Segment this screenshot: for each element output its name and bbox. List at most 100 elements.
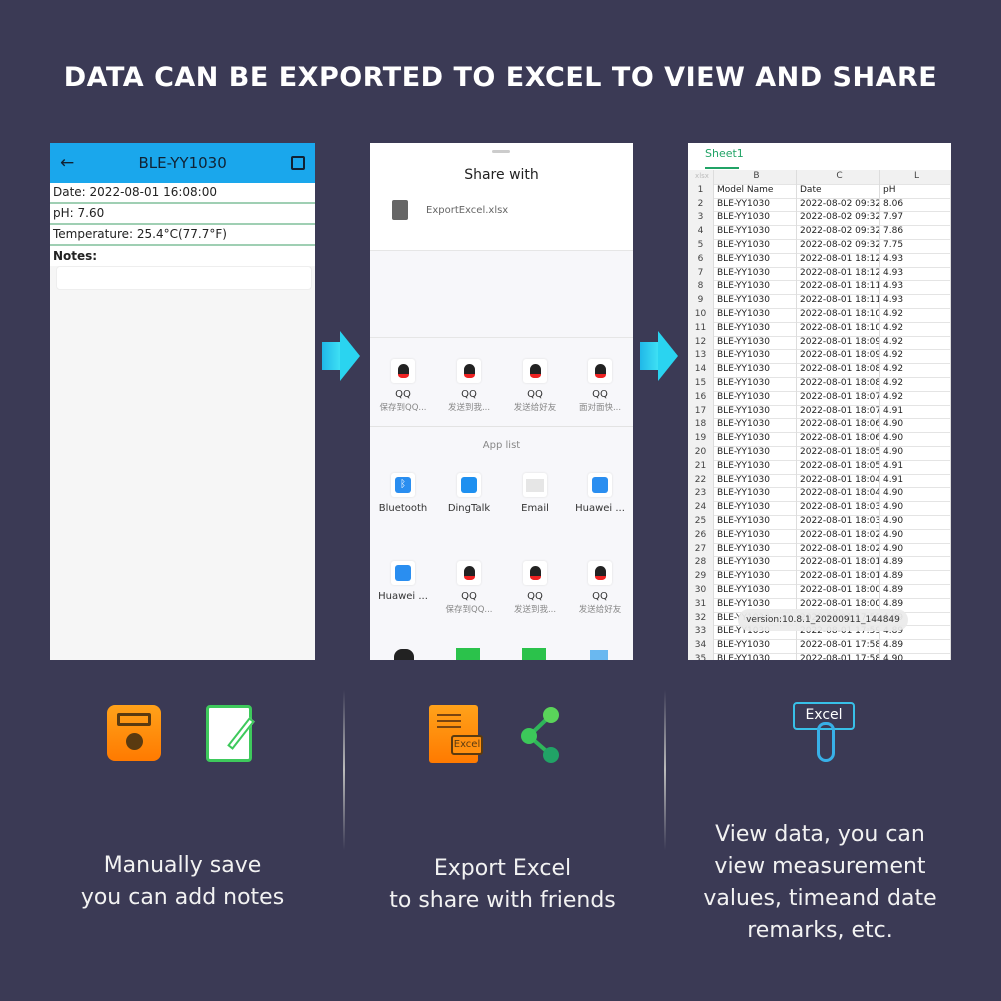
share-target-huawei[interactable]: Huawei ... [567, 473, 633, 515]
table-cell[interactable]: 4.90 [880, 432, 951, 447]
table-cell[interactable]: 2022-08-01 18:09:34 [797, 335, 880, 351]
table-cell[interactable]: 4.89 [880, 556, 951, 572]
table-cell[interactable]: 2022-08-01 18:09:04 [797, 349, 880, 365]
column-header[interactable]: xlsx [688, 170, 714, 185]
table-cell[interactable]: BLE-YY1030 [714, 266, 797, 282]
row-number[interactable]: 33 [688, 625, 714, 641]
table-cell[interactable]: 7.97 [880, 211, 951, 227]
row-number[interactable]: 12 [688, 335, 714, 351]
table-cell[interactable]: 2022-08-01 18:05:04 [797, 459, 880, 475]
row-number[interactable]: 23 [688, 487, 714, 503]
table-cell[interactable]: 2022-08-01 18:02:04 [797, 542, 880, 558]
table-cell[interactable]: 4.92 [880, 335, 951, 351]
table-cell[interactable]: BLE-YY1030 [714, 211, 797, 227]
table-cell[interactable]: BLE-YY1030 [714, 252, 797, 268]
row-number[interactable]: 2 [688, 197, 714, 213]
share-target-huawei[interactable]: Huawei ... [370, 561, 436, 603]
share-target-email[interactable]: Email [502, 473, 568, 515]
table-cell[interactable]: 2022-08-01 18:06:04 [797, 432, 880, 447]
floppy-icon[interactable] [290, 156, 305, 170]
row-number[interactable]: 6 [688, 252, 714, 268]
table-cell[interactable]: BLE-YY1030 [714, 584, 797, 599]
table-cell[interactable]: 4.92 [880, 377, 951, 392]
table-cell[interactable]: BLE-YY1030 [714, 321, 797, 337]
row-number[interactable]: 21 [688, 459, 714, 475]
table-cell[interactable]: BLE-YY1030 [714, 473, 797, 489]
row-number[interactable]: 14 [688, 363, 714, 378]
table-cell[interactable]: BLE-YY1030 [714, 459, 797, 475]
row-number[interactable]: 30 [688, 584, 714, 599]
row-number[interactable]: 24 [688, 501, 714, 516]
table-cell[interactable]: BLE-YY1030 [714, 349, 797, 365]
row-number[interactable]: 31 [688, 597, 714, 613]
table-cell[interactable]: 4.92 [880, 308, 951, 323]
table-cell[interactable]: 4.91 [880, 404, 951, 420]
back-arrow-icon[interactable]: ← [60, 153, 74, 173]
table-cell[interactable]: BLE-YY1030 [714, 528, 797, 544]
table-cell[interactable]: 4.90 [880, 487, 951, 503]
table-cell[interactable]: 2022-08-01 17:58:34 [797, 639, 880, 654]
table-cell[interactable]: 4.90 [880, 418, 951, 434]
row-number[interactable]: 29 [688, 570, 714, 585]
row-number[interactable]: 15 [688, 377, 714, 392]
table-cell[interactable]: BLE-YY1030 [714, 542, 797, 558]
table-cell[interactable]: 2022-08-01 18:11:34 [797, 280, 880, 296]
row-number[interactable]: 18 [688, 418, 714, 434]
table-cell[interactable]: BLE-YY1030 [714, 225, 797, 240]
table-cell[interactable]: 2022-08-01 18:12:34 [797, 252, 880, 268]
column-header[interactable]: L [880, 170, 951, 185]
table-cell[interactable]: 4.90 [880, 653, 951, 660]
row-number[interactable]: 32 [688, 611, 714, 627]
table-cell[interactable]: BLE-YY1030 [714, 239, 797, 254]
row-number[interactable]: 3 [688, 211, 714, 227]
table-cell[interactable]: BLE-YY1030 [714, 570, 797, 585]
table-cell[interactable]: 2022-08-01 18:01:34 [797, 556, 880, 572]
table-cell[interactable]: 2022-08-01 18:04:34 [797, 473, 880, 489]
table-cell[interactable]: 4.91 [880, 473, 951, 489]
table-cell[interactable]: BLE-YY1030 [714, 446, 797, 461]
table-cell[interactable]: BLE-YY1030 [714, 501, 797, 516]
table-cell[interactable]: BLE-YY1030 [714, 390, 797, 406]
share-target-qq[interactable]: QQ 发送到我... [436, 359, 502, 413]
drag-handle[interactable] [492, 150, 510, 153]
table-cell[interactable]: 2022-08-01 18:10:34 [797, 308, 880, 323]
row-number[interactable]: 10 [688, 308, 714, 323]
row-number[interactable]: 27 [688, 542, 714, 558]
table-cell[interactable]: 2022-08-01 18:06:34 [797, 418, 880, 434]
share-target-qq[interactable]: QQ 发送给好友 [502, 359, 568, 413]
row-number[interactable]: 34 [688, 639, 714, 654]
row-number[interactable]: 13 [688, 349, 714, 365]
table-cell[interactable]: 4.90 [880, 501, 951, 516]
table-cell[interactable]: 4.92 [880, 349, 951, 365]
share-target-qq[interactable]: QQ 发送到我... [502, 561, 568, 615]
column-header[interactable]: B [714, 170, 797, 185]
table-cell[interactable]: 4.93 [880, 252, 951, 268]
sheet-tab[interactable]: Sheet1 [705, 147, 744, 160]
row-number[interactable]: 7 [688, 266, 714, 282]
table-cell[interactable]: 2022-08-02 09:32:30 [797, 211, 880, 227]
table-cell[interactable]: BLE-YY1030 [714, 639, 797, 654]
table-cell[interactable]: pH [880, 183, 951, 199]
table-cell[interactable]: 2022-08-01 18:10:04 [797, 321, 880, 337]
table-cell[interactable]: 2022-08-01 18:07:04 [797, 404, 880, 420]
row-number[interactable]: 4 [688, 225, 714, 240]
table-cell[interactable]: 4.89 [880, 584, 951, 599]
row-number[interactable]: 35 [688, 653, 714, 660]
row-number[interactable]: 5 [688, 239, 714, 254]
table-cell[interactable]: 4.92 [880, 321, 951, 337]
table-cell[interactable]: 7.75 [880, 239, 951, 254]
table-cell[interactable]: 2022-08-01 18:08:04 [797, 377, 880, 392]
share-target-qq[interactable]: QQ 保存到QQ... [436, 561, 502, 615]
table-cell[interactable]: 4.89 [880, 570, 951, 585]
row-number[interactable]: 22 [688, 473, 714, 489]
table-cell[interactable]: 2022-08-01 18:12:04 [797, 266, 880, 282]
row-number[interactable]: 25 [688, 515, 714, 530]
column-header[interactable]: C [797, 170, 880, 185]
table-cell[interactable]: BLE-YY1030 [714, 335, 797, 351]
row-number[interactable]: 9 [688, 294, 714, 309]
table-cell[interactable]: 7.86 [880, 225, 951, 240]
table-cell[interactable]: 8.06 [880, 197, 951, 213]
table-cell[interactable]: 4.93 [880, 280, 951, 296]
table-cell[interactable]: 4.90 [880, 515, 951, 530]
table-cell[interactable]: 2022-08-02 09:32:18 [797, 239, 880, 254]
